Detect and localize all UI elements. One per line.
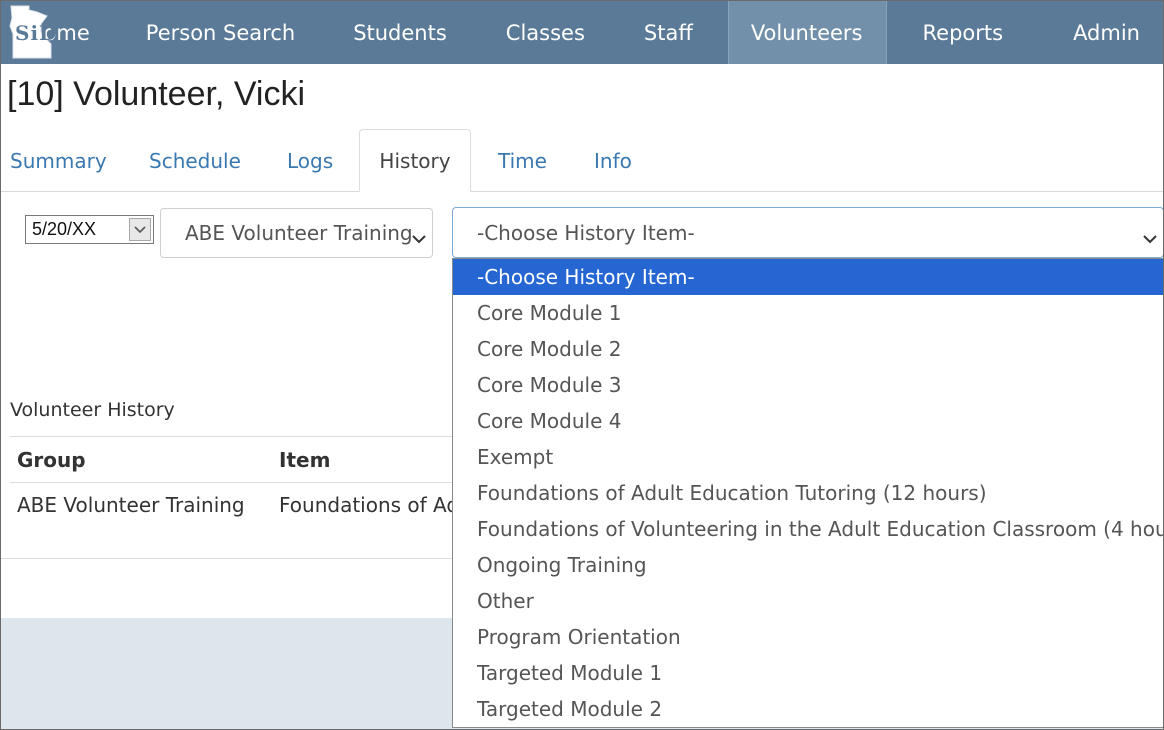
nav-classes[interactable]: Classes [476, 1, 614, 64]
dropdown-option[interactable]: Core Module 3 [453, 367, 1163, 403]
group-select[interactable]: ABE Volunteer Training [160, 208, 433, 258]
nav-volunteers[interactable]: Volunteers [727, 1, 887, 64]
tab-summary[interactable]: Summary [10, 129, 107, 192]
dropdown-option[interactable]: Program Orientation [453, 619, 1163, 655]
tab-time[interactable]: Time [498, 129, 547, 192]
dropdown-option[interactable]: Ongoing Training [453, 547, 1163, 583]
app-window: SiD Home Person Search Students Classes … [0, 0, 1164, 730]
dropdown-option[interactable]: Core Module 1 [453, 295, 1163, 331]
sid-logo[interactable]: SiD [1, 1, 56, 64]
column-header-group: Group [17, 448, 86, 472]
dropdown-option[interactable]: Core Module 4 [453, 403, 1163, 439]
nav-person-search[interactable]: Person Search [120, 1, 325, 64]
history-item-value: -Choose History Item- [477, 221, 695, 245]
chevron-down-icon [412, 225, 426, 249]
table-cell-item: Foundations of Ad [279, 493, 460, 517]
dropdown-option[interactable]: Foundations of Volunteering in the Adult… [453, 511, 1163, 547]
volunteer-history-label: Volunteer History [10, 399, 175, 421]
column-header-item: Item [279, 448, 331, 472]
tab-history[interactable]: History [359, 129, 471, 192]
dropdown-option[interactable]: Foundations of Adult Education Tutoring … [453, 475, 1163, 511]
nav-reports[interactable]: Reports [887, 1, 1039, 64]
tab-logs[interactable]: Logs [287, 129, 333, 192]
chevron-down-icon [1143, 225, 1157, 249]
nav-staff[interactable]: Staff [614, 1, 728, 64]
page-title: [10] Volunteer, Vicki [7, 75, 306, 113]
history-item-dropdown-list[interactable]: -Choose History Item- Core Module 1 Core… [452, 258, 1163, 728]
logo-text: SiD [15, 21, 58, 45]
history-item-select[interactable]: -Choose History Item- [452, 207, 1163, 258]
tab-schedule[interactable]: Schedule [149, 129, 241, 192]
dropdown-option[interactable]: Exempt [453, 439, 1163, 475]
table-cell-group: ABE Volunteer Training [17, 493, 245, 517]
top-navbar: SiD Home Person Search Students Classes … [1, 1, 1163, 64]
dropdown-option[interactable]: Targeted Module 1 [453, 655, 1163, 691]
group-value: ABE Volunteer Training [185, 221, 413, 245]
date-select[interactable]: 5/20/XX [25, 215, 154, 244]
dropdown-option[interactable]: Other [453, 583, 1163, 619]
dropdown-option[interactable]: -Choose History Item- [453, 259, 1163, 295]
chevron-down-icon[interactable] [129, 218, 151, 241]
tab-info[interactable]: Info [594, 129, 632, 192]
dropdown-option[interactable]: Targeted Module 2 [453, 691, 1163, 727]
nav-admin[interactable]: Admin [1038, 1, 1163, 64]
tab-bar: Summary Schedule Logs History Time Info [1, 129, 1163, 192]
nav-students[interactable]: Students [325, 1, 476, 64]
date-value: 5/20/XX [32, 219, 97, 239]
dropdown-option[interactable]: Core Module 2 [453, 331, 1163, 367]
